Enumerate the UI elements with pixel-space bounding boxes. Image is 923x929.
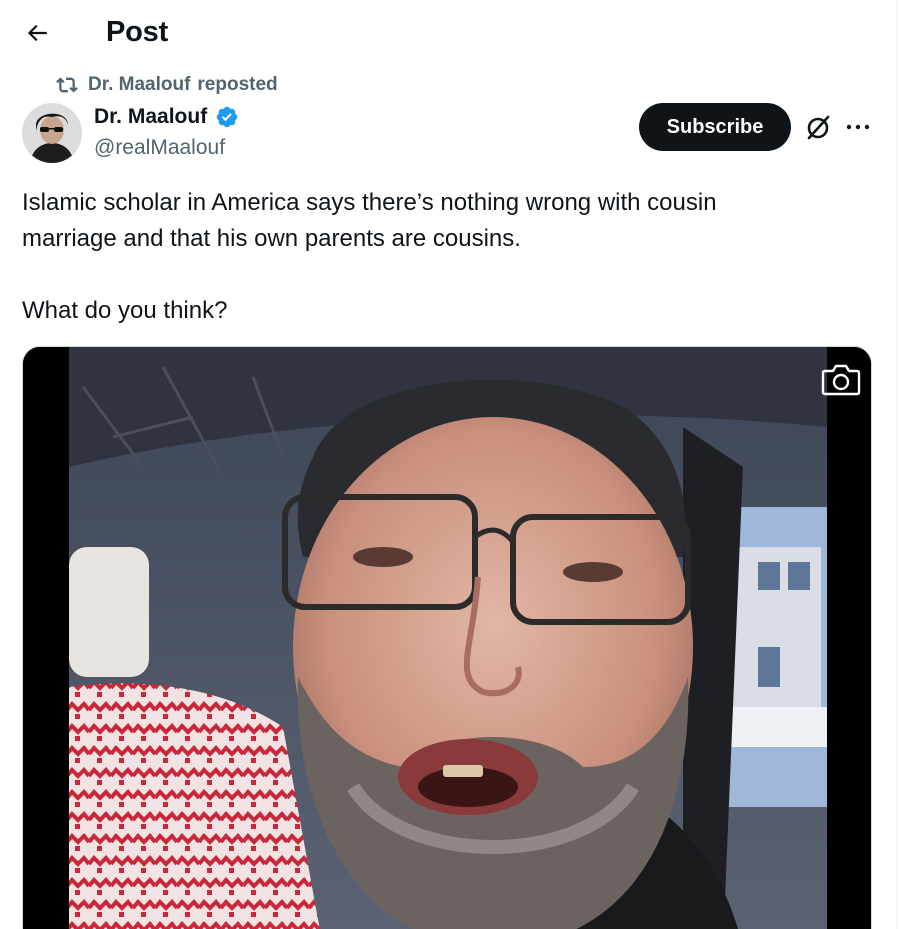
verified-badge-icon (216, 106, 238, 128)
more-options-button[interactable] (840, 110, 876, 144)
post-text: Islamic scholar in America says there’s … (22, 189, 717, 324)
grok-button[interactable] (801, 110, 835, 144)
page-header: Post (0, 0, 896, 68)
column-divider (896, 0, 897, 929)
more-dots-icon (846, 124, 870, 130)
repost-action-label: reposted (197, 74, 278, 95)
post-page: Post Dr. Maalouf reposted Dr. Maalouf @r… (0, 0, 923, 929)
avatar[interactable] (22, 103, 82, 163)
back-button[interactable] (18, 14, 56, 52)
repost-indicator: Dr. Maalouf reposted (56, 73, 278, 97)
author-handle: @realMaalouf (94, 136, 226, 159)
arrow-left-icon (27, 24, 47, 42)
repost-icon (56, 77, 78, 93)
page-title: Post (106, 16, 169, 48)
camera-button[interactable] (819, 361, 863, 397)
subscribe-button[interactable]: Subscribe (639, 103, 791, 151)
repost-user-link[interactable]: Dr. Maalouf (88, 74, 190, 96)
grok-icon (807, 115, 830, 140)
video-player[interactable] (22, 346, 872, 929)
author-name-link[interactable]: Dr. Maalouf (94, 105, 239, 129)
avatar-image (22, 103, 82, 163)
author-display-name: Dr. Maalouf (94, 105, 208, 128)
camera-icon (821, 364, 861, 396)
video-frame (23, 347, 871, 929)
